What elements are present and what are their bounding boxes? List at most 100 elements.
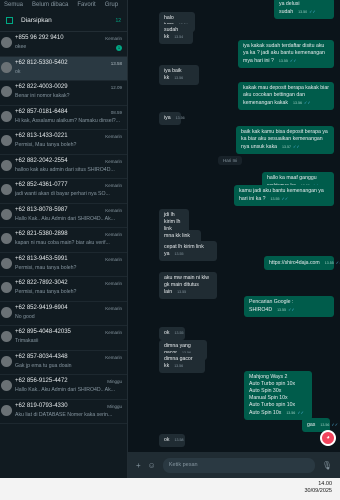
chat-list-item[interactable]: +62 813-9453-5991 Kemarin Permisi, mau tan… bbox=[0, 253, 127, 277]
message-time: 13.55 bbox=[270, 197, 280, 201]
message-time: 13.55 bbox=[277, 308, 287, 312]
incoming-message[interactable]: ok 13.58 bbox=[159, 434, 185, 447]
avatar bbox=[1, 135, 12, 146]
chat-time: Kemarin bbox=[105, 207, 122, 213]
chat-list-item[interactable]: +62 882-2042-2554 Kemarin halloo kak aku a… bbox=[0, 155, 127, 179]
message-text: ok bbox=[164, 437, 170, 443]
incoming-message[interactable]: ok 13.55 bbox=[159, 327, 185, 340]
avatar bbox=[1, 404, 12, 416]
chat-time: Kemarin bbox=[105, 134, 122, 139]
chat-name: +62 857-0181-6484 bbox=[15, 108, 68, 115]
outgoing-message[interactable]: Pencarian Google : SHIRO4D 13.55 ✓✓ bbox=[244, 296, 334, 317]
avatar bbox=[1, 282, 12, 293]
message-area: Hari Ini ya delusi sudah13.50✓✓halo juga… bbox=[128, 0, 340, 452]
chat-preview: Permisi, mau tanya boleh? bbox=[15, 264, 77, 271]
archived-count: 12 bbox=[115, 17, 121, 24]
chat-list-item[interactable]: +62 822-7892-3042 Kemarin Permisi, mau tan… bbox=[0, 277, 127, 302]
incoming-message[interactable]: iya baik kk 13.56 bbox=[159, 65, 199, 85]
chat-list-item[interactable]: +62 812-5330-5402 13.58 ok bbox=[0, 56, 127, 81]
outgoing-message[interactable]: https://shiro4daja.com 13.55✓✓ bbox=[264, 256, 340, 270]
chat-time: Kemarin bbox=[105, 256, 122, 262]
message-time: 13.55 bbox=[278, 59, 288, 63]
chat-time: Kemarin bbox=[105, 232, 122, 237]
outgoing-message[interactable]: Mahjong Ways 2 Auto Turbo spin 10x Auto … bbox=[244, 371, 312, 420]
avatar bbox=[1, 37, 12, 48]
chat-preview: Aku liat di DATABASE Nomer kaka serin... bbox=[15, 411, 113, 418]
chat-name: +62 852-4361-0777 bbox=[15, 182, 68, 188]
chat-preview: Hallo Kak.. Aku Admin dari SHIRO4D.. Ak.… bbox=[15, 215, 116, 222]
outgoing-message[interactable]: iya kakak sudah terdaftar disitu aku ya … bbox=[238, 40, 334, 68]
read-receipt-icon: ✓✓ bbox=[293, 144, 300, 149]
message-input[interactable]: Ketik pesan bbox=[162, 457, 315, 473]
chat-list-item[interactable]: +62 852-9419-6904 Kemarin No good bbox=[0, 302, 127, 326]
chat-preview: Hallo Kak.. Aku Admin dari SHIRO4D.. Ak.… bbox=[15, 387, 116, 393]
composer-bar: + ☺ Ketik pesan 🎙 bbox=[128, 452, 340, 478]
read-receipt-icon: ✓✓ bbox=[304, 100, 311, 105]
outgoing-message[interactable]: ya delusi sudah 13.50 ✓✓ bbox=[274, 0, 334, 19]
message-time: 13.55 bbox=[174, 252, 184, 256]
chat-list-item[interactable]: +62 852-4361-0777 Kemarin jadi wanti akan … bbox=[0, 179, 127, 204]
chat-list-item[interactable]: +62 819-0793-4330 Minggu Aku liat di DATAB… bbox=[0, 400, 127, 424]
chat-name: +62 819-0793-4330 bbox=[15, 402, 68, 409]
outgoing-message[interactable]: baik kak kamu bisa deposit berapa ya ka … bbox=[236, 126, 334, 154]
microphone-icon[interactable]: 🎙 bbox=[322, 461, 332, 470]
archived-row[interactable]: Diarsipkan 12 bbox=[0, 10, 127, 32]
chat-preview: No good bbox=[15, 313, 35, 320]
chat-time: Kemarin bbox=[105, 354, 122, 360]
message-time: 13.56 bbox=[293, 101, 302, 105]
chat-list-item[interactable]: +62 856-9125-4472 Minggu Hallo Kak.. Aku A… bbox=[0, 375, 127, 400]
chat-time: 12.09 bbox=[110, 85, 122, 90]
incoming-message[interactable]: aku mw main ni klw gk main ditutus lain 1… bbox=[159, 272, 217, 299]
chat-time: 13.58 bbox=[110, 60, 122, 66]
message-time: 13.56 bbox=[174, 76, 184, 80]
outgoing-message[interactable]: kamu jadi aku bantu kemenangan ya hari i… bbox=[234, 185, 334, 206]
chat-time: 08.59 bbox=[110, 109, 122, 115]
chat-list-item[interactable]: +62 857-0181-6484 08.59 Hi kak, Assalamu a… bbox=[0, 106, 127, 130]
chat-list-item[interactable]: +62 895-4048-42035 Kemarin Trimakasii bbox=[0, 326, 127, 351]
message-text: https://shiro4daja.com bbox=[269, 260, 320, 266]
floating-avatar-icon[interactable]: ◕ bbox=[320, 430, 336, 446]
message-time: 13.55 bbox=[174, 331, 184, 335]
message-time: 13.57 bbox=[282, 145, 292, 149]
chat-list-item[interactable]: +62 857-8034-4348 Kemarin Gak jp ema tu gu… bbox=[0, 351, 127, 375]
chat-preview: Benar ini nomor kakak? bbox=[15, 93, 70, 99]
avatar bbox=[1, 61, 12, 73]
chat-name: +62 856-9125-4472 bbox=[15, 378, 68, 384]
message-time: 13.55 bbox=[177, 290, 187, 294]
incoming-message[interactable]: cepat lh kirim link ya 13.55 bbox=[159, 241, 217, 261]
read-receipt-icon: ✓✓ bbox=[281, 196, 289, 201]
message-text: kakak mau deposit berapa kakak biar aku … bbox=[243, 85, 329, 106]
message-text: ok bbox=[164, 330, 170, 336]
chat-time: Kemarin bbox=[105, 183, 122, 188]
emoji-icon[interactable]: ☺ bbox=[148, 461, 156, 470]
archived-label: Diarsipkan bbox=[21, 17, 52, 24]
plus-icon[interactable]: + bbox=[136, 461, 141, 470]
read-receipt-icon: ✓✓ bbox=[309, 9, 316, 14]
incoming-message[interactable]: iya 13.56 bbox=[159, 112, 185, 125]
avatar bbox=[1, 208, 12, 220]
message-text: Pencarian Google : SHIRO4D bbox=[249, 299, 294, 313]
chat-preview: kapan ni mau coba main? biar aku verif..… bbox=[15, 240, 110, 246]
chat-list-item[interactable]: +855 96 292 9410 Kemarin okee 1 bbox=[0, 32, 127, 57]
chat-preview: Hi kak, Assalamu alaikum? Namaku dinsel?… bbox=[15, 117, 120, 124]
tab-unread[interactable]: Belum dibaca bbox=[32, 2, 68, 8]
chat-list-item[interactable]: +62 813-8078-5987 Kemarin Hallo Kak.. Aku … bbox=[0, 204, 127, 228]
incoming-message[interactable]: dimna gacor kk 13.56 bbox=[159, 353, 205, 373]
tab-all[interactable]: Semua bbox=[4, 2, 23, 8]
message-time: 13.56 bbox=[286, 411, 296, 415]
read-receipt-icon: ✓✓ bbox=[335, 260, 340, 265]
chat-preview: Trimakasii bbox=[15, 338, 39, 344]
chat-list-item[interactable]: +62 821-5380-2898 Kemarin kapan ni mau cob… bbox=[0, 228, 127, 253]
chat-preview: Gak jp ema tu gua doain bbox=[15, 362, 72, 369]
chat-name: +62 813-8078-5987 bbox=[15, 206, 68, 213]
chat-list-item[interactable]: +62 822-4003-0029 12.09 Benar ini nomor ka… bbox=[0, 81, 127, 106]
incoming-message[interactable]: sudah kk 13.54 bbox=[159, 24, 193, 44]
outgoing-message[interactable]: kakak mau deposit berapa kakak biar aku … bbox=[238, 82, 334, 110]
tab-groups[interactable]: Grup bbox=[105, 2, 118, 8]
chat-preview: halloo kak aku admin dari situs SHIRO4D.… bbox=[15, 166, 115, 173]
chat-name: +62 882-2042-2554 bbox=[15, 157, 68, 164]
chat-name: +62 813-1433-0221 bbox=[15, 133, 68, 139]
chat-list-item[interactable]: +62 813-1433-0221 Kemarin Permisi, Mau tan… bbox=[0, 130, 127, 155]
tab-favorites[interactable]: Favorit bbox=[77, 2, 95, 8]
avatar bbox=[1, 380, 12, 391]
